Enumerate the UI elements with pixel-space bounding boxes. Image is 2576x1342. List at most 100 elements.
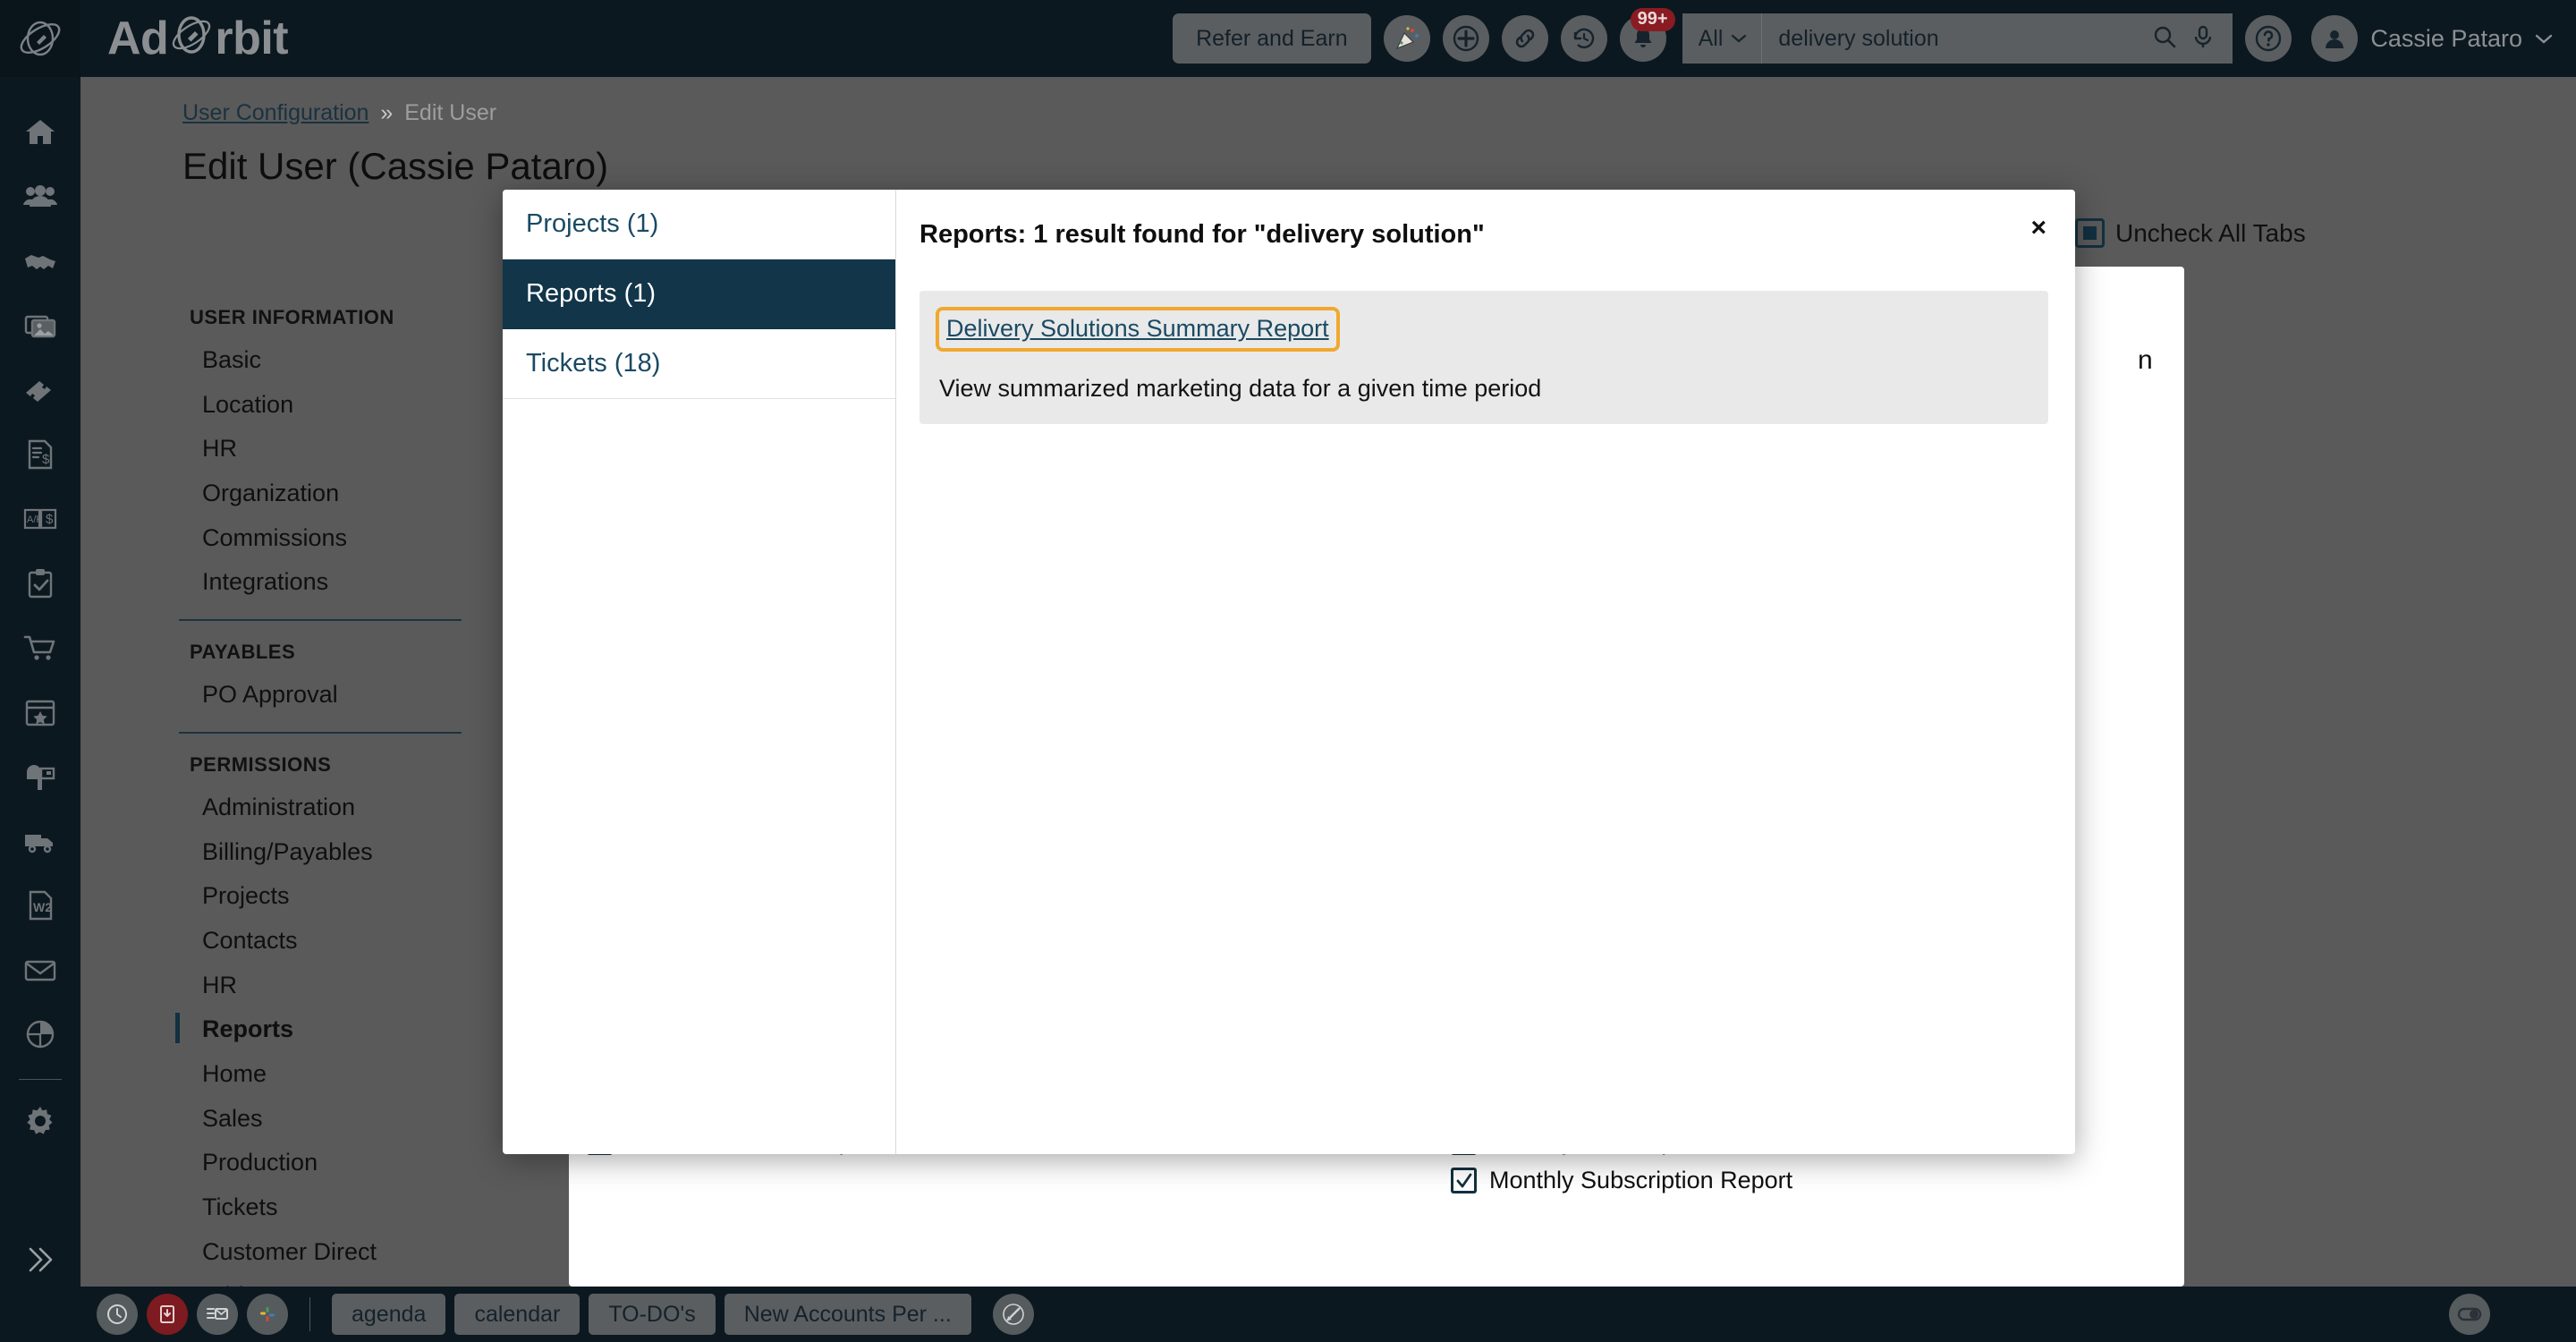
permission-row[interactable]: Monthly Subscription Report xyxy=(1410,1161,2143,1200)
modal-tab-tickets[interactable]: Tickets (18) xyxy=(503,329,895,399)
history-clock-icon[interactable] xyxy=(1560,15,1607,62)
search-icon[interactable] xyxy=(2152,24,2177,54)
link-icon[interactable] xyxy=(1501,15,1548,62)
global-search-input[interactable] xyxy=(1762,13,2148,64)
nav-divider xyxy=(179,731,462,734)
sidebar-item-hr-permissions[interactable]: HR xyxy=(170,964,481,1008)
brand-name-right: rbit xyxy=(215,13,289,64)
sidebar-item-commissions[interactable]: Commissions xyxy=(170,516,481,561)
svg-text:W2: W2 xyxy=(33,900,52,914)
shopping-cart-icon[interactable] xyxy=(0,616,80,680)
brand-wordmark[interactable]: Ad rbit xyxy=(107,9,289,71)
chevron-down-icon xyxy=(1732,34,1747,43)
breadcrumb-current: Edit User xyxy=(404,100,497,125)
header-actions: Refer and Earn 99+ All delivery solution… xyxy=(1173,0,2553,77)
bell-icon[interactable]: 99+ xyxy=(1619,8,1675,62)
brand-name-left: Ad xyxy=(107,13,169,64)
brand-orbit-icon[interactable] xyxy=(0,0,80,77)
slack-icon[interactable] xyxy=(247,1294,288,1335)
sidebar-item-billing-payables[interactable]: Billing/Payables xyxy=(170,830,481,875)
user-menu[interactable]: Cassie Pataro xyxy=(2311,15,2553,62)
rail-divider xyxy=(19,1079,62,1080)
svg-text:A/P: A/P xyxy=(27,514,43,525)
mailbox-icon[interactable] xyxy=(0,744,80,809)
search-results-modal: Projects (1) Reports (1) Tickets (18) × … xyxy=(503,190,2075,1154)
clipboard-check-icon[interactable] xyxy=(0,551,80,616)
sidebar-item-po-approval[interactable]: PO Approval xyxy=(170,673,481,718)
svg-text:$: $ xyxy=(42,452,50,467)
sidebar-item-sales[interactable]: Sales xyxy=(170,1097,481,1142)
ap-dollar-book-icon[interactable]: A/P $ xyxy=(0,487,80,551)
question-mark-icon[interactable] xyxy=(2245,15,2292,62)
nav-group-payables: PAYABLES PO Approval xyxy=(170,641,481,718)
plus-circle-icon[interactable] xyxy=(1442,15,1489,62)
user-avatar-icon xyxy=(2311,15,2359,62)
handshake-icon[interactable] xyxy=(0,229,80,293)
sidebar-item-customer-direct[interactable]: Customer Direct xyxy=(170,1230,481,1275)
sidebar-item-integrations[interactable]: Integrations xyxy=(170,560,481,605)
sidebar-item-tickets[interactable]: Tickets xyxy=(170,1185,481,1230)
checkbox-checked-icon[interactable] xyxy=(1451,1168,1477,1193)
gear-icon[interactable] xyxy=(0,1089,80,1153)
nav-group-title: PERMISSIONS xyxy=(190,752,332,776)
sidebar-item-administration[interactable]: Administration xyxy=(170,786,481,830)
search-scope-dropdown[interactable]: All xyxy=(1682,13,1763,64)
sidebar-item-location[interactable]: Location xyxy=(170,383,481,428)
sidebar-item-projects[interactable]: Projects xyxy=(170,874,481,919)
user-config-nav: USER INFORMATION Basic Location HR Organ… xyxy=(170,306,481,1287)
sidebar-item-organization[interactable]: Organization xyxy=(170,471,481,516)
taskbar-tab-agenda[interactable]: agenda xyxy=(332,1294,446,1335)
taskbar-tab-todos[interactable]: TO-DO's xyxy=(589,1294,716,1335)
nav-group-title: PAYABLES xyxy=(190,641,296,664)
home-icon[interactable] xyxy=(0,100,80,165)
sidebar-item-hr[interactable]: HR xyxy=(170,427,481,471)
refer-and-earn-button[interactable]: Refer and Earn xyxy=(1173,13,1371,64)
modal-tab-reports[interactable]: Reports (1) xyxy=(503,259,895,329)
invoice-dollar-icon[interactable]: $ xyxy=(0,422,80,487)
close-icon[interactable]: × xyxy=(2021,209,2055,247)
nav-group-permissions: PERMISSIONS Administration Billing/Payab… xyxy=(170,753,481,1287)
nav-group-user-information: USER INFORMATION Basic Location HR Organ… xyxy=(170,306,481,605)
taskbar-tab-calendar[interactable]: calendar xyxy=(454,1294,580,1335)
w2-document-icon[interactable]: W2 xyxy=(0,873,80,938)
inbox-down-icon[interactable] xyxy=(147,1294,188,1335)
sidebar-item-basic[interactable]: Basic xyxy=(170,338,481,383)
mail-list-icon[interactable] xyxy=(197,1294,238,1335)
sidebar-item-contacts[interactable]: Contacts xyxy=(170,919,481,964)
envelope-icon[interactable] xyxy=(0,938,80,1002)
modal-heading: Reports: 1 result found for "delivery so… xyxy=(919,220,1485,249)
nav-group-title: USER INFORMATION xyxy=(190,306,394,328)
svg-text:$: $ xyxy=(46,512,54,527)
sidebar-item-reports[interactable]: Reports xyxy=(170,1007,481,1052)
ticket-icon[interactable] xyxy=(0,358,80,422)
notification-badge: 99+ xyxy=(1630,8,1675,31)
microphone-icon[interactable] xyxy=(2191,24,2215,54)
party-popper-icon[interactable] xyxy=(1383,15,1430,62)
images-icon[interactable] xyxy=(0,293,80,358)
rail-expand-toggle[interactable] xyxy=(0,1244,80,1276)
breadcrumb-separator: » xyxy=(380,100,394,125)
application-root: Ad rbit Refer and Earn 99+ All delivery … xyxy=(0,0,2576,1342)
permission-label: Monthly Subscription Report xyxy=(1489,1167,1793,1193)
sidebar-item-widgets[interactable]: Widgets xyxy=(170,1274,481,1287)
breadcrumb-link-user-configuration[interactable]: User Configuration xyxy=(182,100,369,125)
sidebar-item-production[interactable]: Production xyxy=(170,1141,481,1185)
uncheck-all-tabs-button[interactable]: Uncheck All Tabs xyxy=(2075,218,2306,248)
toggle-switch-icon[interactable] xyxy=(2449,1294,2490,1335)
search-result-item: Delivery Solutions Summary Report View s… xyxy=(919,291,2048,424)
sidebar-item-home[interactable]: Home xyxy=(170,1052,481,1097)
brand-orb-glyph-icon xyxy=(170,11,213,71)
pencil-icon[interactable] xyxy=(992,1294,1034,1335)
filled-box-icon xyxy=(2075,218,2105,248)
people-icon[interactable] xyxy=(0,165,80,229)
truck-icon[interactable] xyxy=(0,809,80,873)
result-title-link[interactable]: Delivery Solutions Summary Report xyxy=(946,315,1329,342)
bottom-taskbar: agenda calendar TO-DO's New Accounts Per… xyxy=(0,1287,2576,1342)
user-name-label: Cassie Pataro xyxy=(2370,24,2522,52)
calendar-star-icon[interactable] xyxy=(0,680,80,744)
modal-tab-projects[interactable]: Projects (1) xyxy=(503,190,895,259)
taskbar-tab-new-accounts[interactable]: New Accounts Per ... xyxy=(724,1294,971,1335)
clock-icon[interactable] xyxy=(97,1294,138,1335)
left-icon-rail: $ A/P $ W2 xyxy=(0,77,80,1342)
pie-chart-icon[interactable] xyxy=(0,1002,80,1066)
